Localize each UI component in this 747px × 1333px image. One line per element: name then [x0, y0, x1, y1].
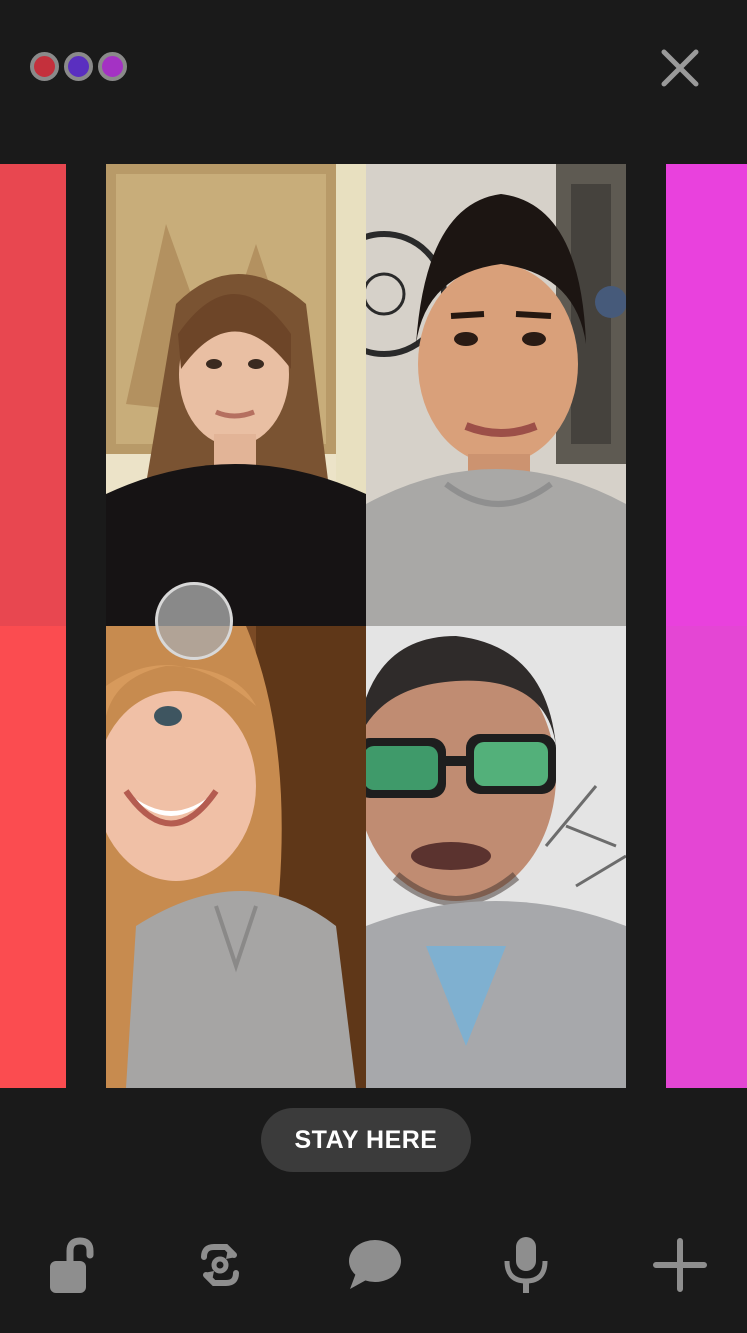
chat-icon: [349, 1240, 401, 1289]
lock-button[interactable]: [40, 1225, 104, 1305]
add-button[interactable]: [648, 1225, 712, 1305]
room-dot-red: [30, 52, 59, 81]
drag-handle[interactable]: [155, 582, 233, 660]
participant-video-2[interactable]: [366, 164, 626, 626]
flip-camera-icon: [201, 1244, 239, 1286]
bottom-toolbar: [0, 1225, 747, 1305]
microphone-icon: [504, 1237, 548, 1293]
flip-camera-button[interactable]: [188, 1225, 252, 1305]
previous-room-panel-top: [0, 164, 66, 626]
lock-open-icon: [50, 1237, 94, 1293]
participant-video-3[interactable]: [106, 626, 366, 1088]
room-dot-purple: [98, 52, 127, 81]
previous-room-panel[interactable]: [0, 164, 66, 1088]
next-room-panel[interactable]: [666, 164, 747, 1088]
chat-button[interactable]: [342, 1225, 406, 1305]
stay-here-button[interactable]: STAY HERE: [261, 1108, 471, 1172]
next-room-panel-top: [666, 164, 747, 626]
participant-video-1[interactable]: [106, 164, 366, 626]
previous-room-panel-bottom: [0, 626, 66, 1088]
add-icon: [653, 1238, 707, 1292]
close-button[interactable]: [656, 44, 704, 92]
room-dot-blue: [64, 52, 93, 81]
microphone-button[interactable]: [494, 1225, 558, 1305]
next-room-panel-bottom: [666, 626, 747, 1088]
close-icon: [661, 49, 699, 87]
room-switcher-button[interactable]: [30, 52, 127, 81]
top-bar: [0, 0, 747, 140]
participant-video-4[interactable]: [366, 626, 626, 1088]
